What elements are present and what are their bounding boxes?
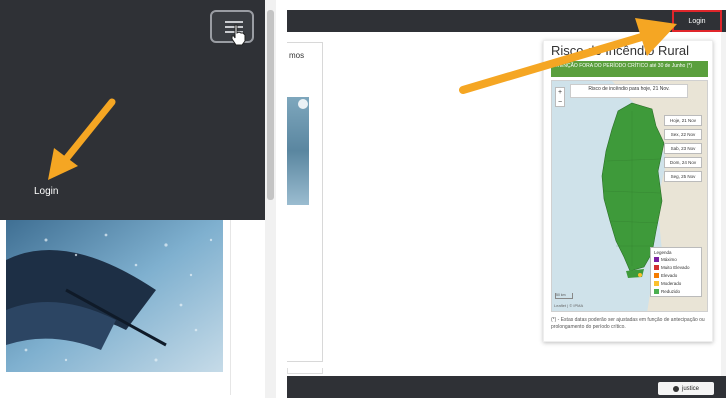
card-image xyxy=(287,97,309,205)
card-footer xyxy=(287,368,323,374)
zoom-control[interactable]: + − xyxy=(555,87,565,107)
legend-swatch xyxy=(654,280,659,286)
fire-risk-widget: Risco de Incêndio Rural ATENÇÃO FORA DO … xyxy=(543,40,713,342)
screenshot-composite: Login Login mos Risco de Incêndio Rural … xyxy=(0,0,726,398)
legend-item: Moderado xyxy=(654,279,698,287)
scrollbar-track[interactable] xyxy=(721,32,726,376)
scrollbar-thumb[interactable] xyxy=(267,10,274,200)
badge-label: justice xyxy=(681,385,699,392)
legend-item: Máximo xyxy=(654,255,698,263)
day-button[interactable]: Sab, 23 Nov xyxy=(664,143,702,154)
legend-swatch xyxy=(654,272,659,278)
day-button[interactable]: Dom, 24 Nov xyxy=(664,157,702,168)
zoom-in-button[interactable]: + xyxy=(556,88,564,98)
legend-swatch xyxy=(654,256,659,262)
zoom-out-button[interactable]: − xyxy=(556,98,564,108)
divider xyxy=(230,220,231,395)
legend-swatch xyxy=(654,288,659,294)
day-selector: Hoje, 21 Nov Sex, 22 Nov Sab, 23 Nov Dom… xyxy=(664,115,704,185)
legend-swatch xyxy=(654,264,659,270)
left-panel-mobile-view: Login xyxy=(0,0,276,398)
card-title: mos xyxy=(289,51,305,60)
umbrella-rain-image xyxy=(6,220,223,372)
legend-label: Muito Elevado xyxy=(661,264,690,270)
map-legend: Legenda Máximo Muito Elevado Elevado Mod… xyxy=(650,247,702,297)
login-button[interactable]: Login xyxy=(672,10,722,32)
legend-label: Elevado xyxy=(661,272,678,278)
hamburger-menu-icon xyxy=(225,21,243,23)
content-card: mos xyxy=(287,42,323,362)
day-button[interactable]: Hoje, 21 Nov xyxy=(664,115,702,126)
map-title: Risco de incêndio para hoje, 21 Nov. xyxy=(570,84,688,98)
legend-label: Moderado xyxy=(661,280,682,286)
day-button[interactable]: Sex, 22 Nov xyxy=(664,129,702,140)
top-nav-bar: Login xyxy=(287,10,726,32)
portugal-risk-map[interactable]: Risco de incêndio para hoje, 21 Nov. + −… xyxy=(551,80,708,312)
map-scale: 50 km xyxy=(555,293,573,299)
legend-label: Reduzido xyxy=(661,288,681,294)
camera-icon[interactable] xyxy=(298,99,308,109)
login-link[interactable]: Login xyxy=(34,186,58,197)
legend-item: Reduzido xyxy=(654,287,698,295)
footer-badge[interactable]: justice xyxy=(658,382,714,395)
hand-cursor-icon xyxy=(231,24,246,46)
legend-item: Muito Elevado xyxy=(654,263,698,271)
badge-icon xyxy=(672,385,679,392)
map-attribution[interactable]: Leaflet | © IPMA xyxy=(554,303,583,308)
legend-label: Máximo xyxy=(661,256,677,262)
mobile-nav-menu: Login xyxy=(0,0,265,220)
legend-item: Elevado xyxy=(654,271,698,279)
right-panel-desktop-view: Login mos Risco de Incêndio Rural ATENÇÃ… xyxy=(287,10,726,398)
widget-title: Risco de Incêndio Rural xyxy=(551,43,690,58)
critical-period-banner: ATENÇÃO FORA DO PERÍODO CRÍTICO até 30 d… xyxy=(551,61,708,77)
widget-footnote: (*) - Estas datas poderão ser ajustadas … xyxy=(551,317,705,330)
day-button[interactable]: Seg, 25 Nov xyxy=(664,171,702,182)
